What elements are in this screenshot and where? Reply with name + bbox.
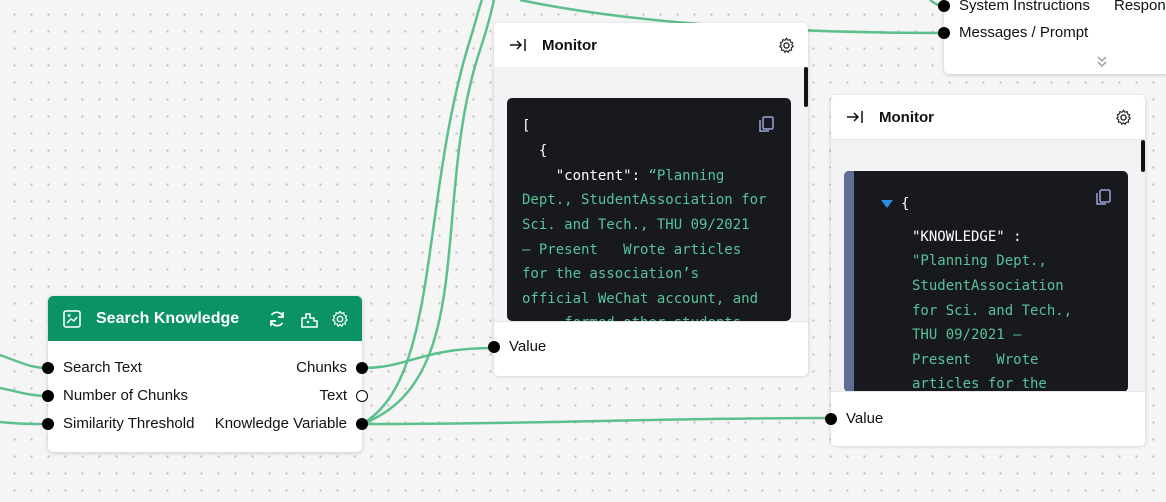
- code-line: {: [901, 196, 910, 212]
- edge-in-search-text: [0, 353, 49, 370]
- monitor-2-title: Monitor: [879, 109, 934, 126]
- monitor-2-value-label: Value: [846, 410, 884, 427]
- code-line: for the association’s: [522, 266, 700, 282]
- code-line: "content": “Planning: [522, 168, 725, 184]
- monitor-1-body: [ { "content": “Planning Dept., StudentA…: [494, 67, 808, 321]
- input-label-similarity-threshold: Similarity Threshold: [63, 415, 195, 432]
- search-knowledge-header[interactable]: Search Knowledge: [48, 296, 362, 341]
- expand-triangle-icon[interactable]: [881, 200, 893, 208]
- output-label-knowledge-variable: Knowledge Variable: [214, 415, 347, 432]
- edge-chunks-to-monitor1: [361, 346, 495, 370]
- knowledge-image-icon: [63, 310, 81, 328]
- input-label-search-text: Search Text: [63, 359, 142, 376]
- search-knowledge-node[interactable]: Search Knowledge Search Text Number of C…: [42, 296, 368, 452]
- edge-knowledge-to-monitor2: [361, 416, 832, 426]
- port-text[interactable]: [356, 390, 368, 402]
- monitor-1-value-label: Value: [509, 338, 547, 355]
- refresh-icon[interactable]: [267, 309, 287, 329]
- code-key: "KNOWLEDGE" :: [912, 229, 1022, 245]
- input-label-system-instructions: System Instructions: [959, 0, 1090, 14]
- port-messages-prompt[interactable]: [938, 27, 950, 39]
- monitor-2-header[interactable]: Monitor: [831, 95, 1145, 139]
- chevron-double-down-icon[interactable]: [1095, 54, 1109, 68]
- monitor-1-value-row: Value: [488, 321, 808, 376]
- input-label-messages-prompt: Messages / Prompt: [959, 24, 1089, 41]
- search-knowledge-title: Search Knowledge: [96, 310, 240, 327]
- code-line: StudentAssociation: [912, 278, 1064, 294]
- edge-knowledge-up-2: [361, 0, 496, 426]
- gear-icon[interactable]: [331, 310, 349, 328]
- gear-icon[interactable]: [1115, 109, 1132, 126]
- code-line: {: [522, 143, 548, 159]
- agent-node-partial[interactable]: System Instructions Respon Messages / Pr…: [938, 0, 1166, 74]
- edge-in-threshold: [0, 420, 49, 426]
- input-label-number-of-chunks: Number of Chunks: [63, 387, 189, 404]
- port-knowledge-variable[interactable]: [356, 418, 368, 430]
- port-system-instructions[interactable]: [938, 0, 950, 12]
- code-line: Present Wrote: [912, 352, 1039, 368]
- monitor-node-2[interactable]: Monitor { "KNOWLEDGE" : "Planning Dept.,…: [825, 95, 1145, 446]
- port-monitor-2-value[interactable]: [825, 413, 837, 425]
- code-line: articles for the: [912, 376, 1047, 392]
- monitor-2-code-block: { "KNOWLEDGE" : "Planning Dept., Student…: [844, 171, 1128, 392]
- code-line: [: [522, 118, 531, 134]
- tree-indent-bar: [844, 171, 854, 392]
- monitor-1-title: Monitor: [542, 37, 597, 54]
- monitor-1-scrollbar[interactable]: [804, 67, 808, 107]
- port-number-of-chunks[interactable]: [42, 390, 54, 402]
- output-label-response: Respon: [1114, 0, 1166, 14]
- port-similarity-threshold[interactable]: [42, 418, 54, 430]
- gear-icon[interactable]: [778, 37, 795, 54]
- run-flow-icon[interactable]: [299, 310, 319, 330]
- port-chunks[interactable]: [356, 362, 368, 374]
- edge-knowledge-up-1: [361, 0, 484, 426]
- monitor-1-header[interactable]: Monitor: [494, 23, 808, 67]
- code-line: Sci. and Tech., THU 09/2021: [522, 217, 750, 233]
- code-line: for Sci. and Tech.,: [912, 303, 1073, 319]
- monitor-2-value-row: Value: [825, 391, 1145, 446]
- output-label-chunks: Chunks: [296, 359, 347, 376]
- collapse-arrow-icon[interactable]: [846, 110, 864, 124]
- code-line: Dept., StudentAssociation for: [522, 192, 767, 208]
- code-line: – Present Wrote articles: [522, 242, 742, 258]
- code-line: THU 09/2021 –: [912, 327, 1022, 343]
- monitor-2-body: { "KNOWLEDGE" : "Planning Dept., Student…: [831, 139, 1145, 392]
- monitor-1-code-block: [ { "content": “Planning Dept., StudentA…: [507, 98, 791, 321]
- code-line: "Planning Dept.,: [912, 253, 1047, 269]
- monitor-node-1[interactable]: Monitor [ { "content": “Planning Dept., …: [488, 23, 808, 376]
- output-label-text: Text: [319, 387, 347, 404]
- collapse-arrow-icon[interactable]: [509, 38, 527, 52]
- code-line: ... formed other students: [522, 311, 741, 321]
- edge-in-num-chunks: [0, 386, 49, 398]
- code-line: official WeChat account, and: [522, 291, 759, 307]
- monitor-2-scrollbar[interactable]: [1141, 140, 1145, 172]
- port-monitor-1-value[interactable]: [488, 341, 500, 353]
- port-search-text[interactable]: [42, 362, 54, 374]
- copy-icon[interactable]: [1094, 188, 1112, 206]
- copy-icon[interactable]: [757, 115, 775, 133]
